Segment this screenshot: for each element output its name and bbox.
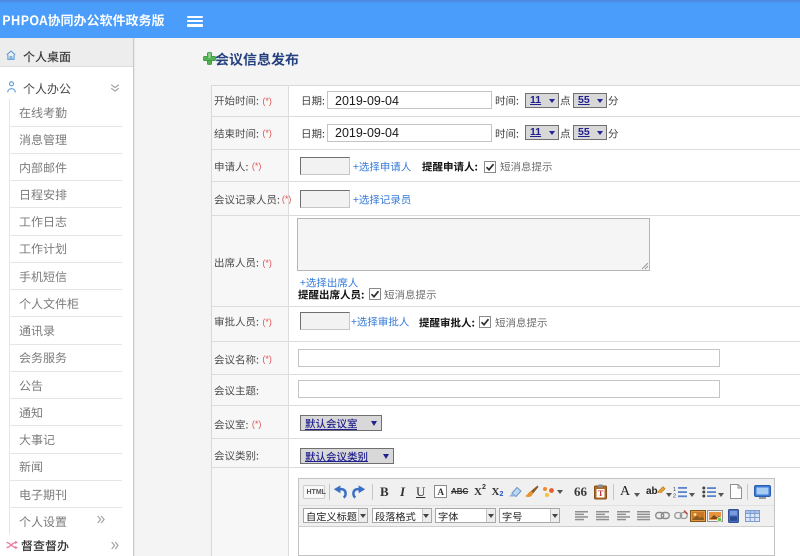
svg-text:2: 2 [673,494,676,499]
svg-text:1: 1 [673,487,676,493]
svg-text:T: T [598,489,604,498]
